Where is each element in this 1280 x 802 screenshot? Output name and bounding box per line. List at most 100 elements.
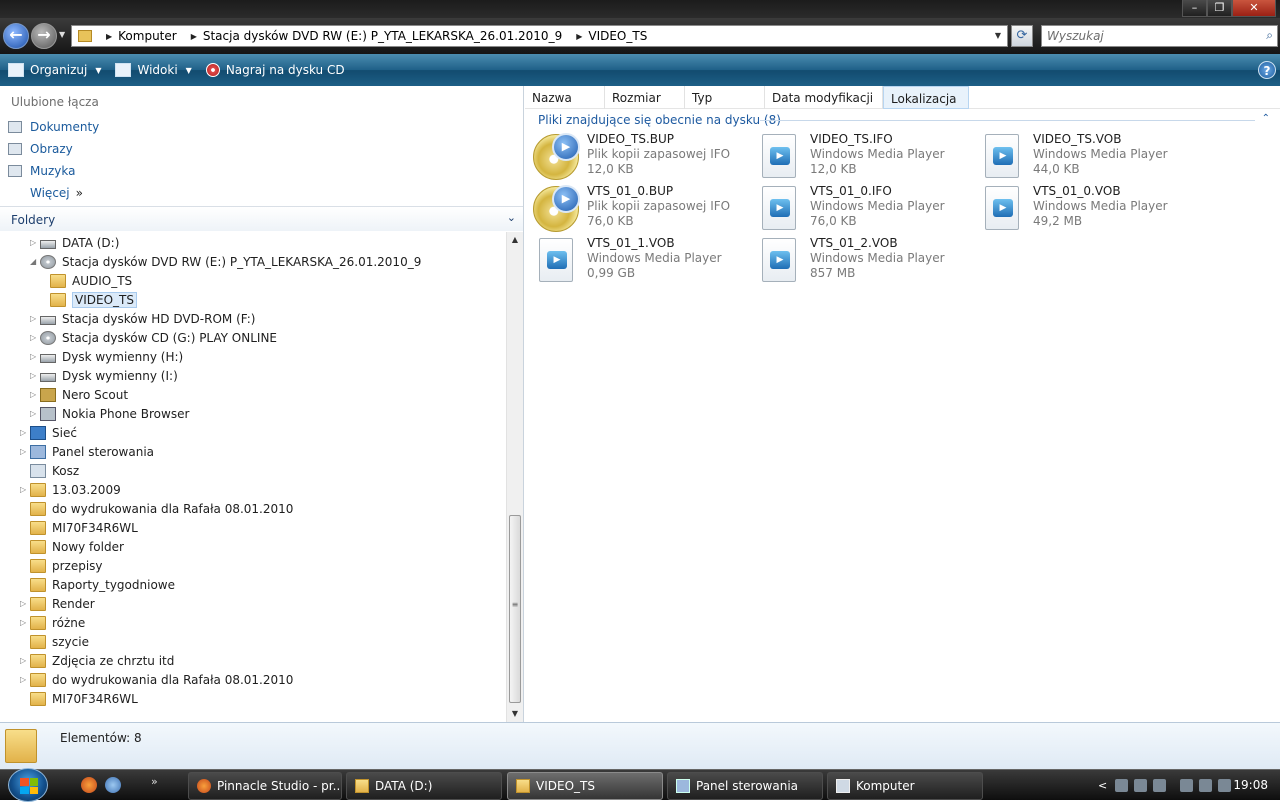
breadcrumb-separator-icon[interactable]: ▶ [568, 32, 588, 41]
tree-item-selected[interactable]: VIDEO_TS [50, 290, 137, 309]
tree-item[interactable]: ▷ DATA (D:) [30, 233, 119, 252]
column-header-size[interactable]: Rozmiar [605, 86, 685, 109]
file-item[interactable]: ▶ VIDEO_TS.IFO Windows Media Player 12,0… [756, 132, 976, 182]
expand-icon[interactable]: ▷ [20, 447, 30, 456]
file-item[interactable]: ▶ VTS_01_0.VOB Windows Media Player 49,2… [979, 184, 1199, 234]
column-header-type[interactable]: Typ [685, 86, 765, 109]
tree-item[interactable]: do wydrukowania dla Rafała 08.01.2010 [30, 499, 293, 518]
scroll-down-icon[interactable]: ▼ [507, 706, 523, 722]
tree-item[interactable]: szycie [30, 632, 89, 651]
tree-item[interactable]: ▷ Zdjęcia ze chrztu itd [20, 651, 174, 670]
scrollbar-thumb[interactable]: ≡ [509, 515, 521, 703]
expand-icon[interactable]: ▷ [20, 675, 30, 684]
folders-header[interactable]: Foldery ⌄ [0, 207, 523, 231]
tree-item[interactable]: ▷ 13.03.2009 [20, 480, 121, 499]
tree-item[interactable]: MI70F34R6WL [30, 518, 138, 537]
tree-item[interactable]: ◢ Stacja dysków DVD RW (E:) P_YTA_LEKARSK… [30, 252, 421, 271]
expand-icon[interactable]: ▷ [20, 485, 30, 494]
tray-app-icon[interactable] [1153, 779, 1167, 792]
tree-item[interactable]: ▷ Panel sterowania [20, 442, 154, 461]
tree-item[interactable]: Nowy folder [30, 537, 124, 556]
breadcrumb-separator-icon[interactable]: ▶ [98, 32, 118, 41]
breadcrumb-video-ts[interactable]: ▶ VIDEO_TS [568, 29, 653, 43]
firefox-icon[interactable] [81, 777, 97, 793]
file-item[interactable]: ▶ VIDEO_TS.VOB Windows Media Player 44,0… [979, 132, 1199, 182]
clock[interactable]: 19:08 [1233, 778, 1268, 792]
quick-launch-icon[interactable] [105, 777, 121, 793]
forward-button[interactable]: → [31, 23, 57, 49]
collapse-group-icon[interactable]: ⌃ [1262, 113, 1270, 124]
file-item[interactable]: ▶ VTS_01_2.VOB Windows Media Player 857 … [756, 236, 976, 286]
search-icon[interactable]: ⌕ [1266, 28, 1273, 43]
file-item[interactable]: ▶ VIDEO_TS.BUP Plik kopii zapasowej IFO … [533, 132, 753, 182]
tree-item[interactable]: ▷ Dysk wymienny (I:) [30, 366, 178, 385]
views-button[interactable]: Widoki ▼ [115, 63, 192, 77]
more-links[interactable]: Więcej » [30, 186, 83, 200]
taskbar-button[interactable]: Panel sterowania [667, 772, 823, 800]
expand-icon[interactable]: ▷ [20, 656, 30, 665]
favorite-link-documents[interactable]: Dokumenty [8, 120, 99, 134]
taskbar-button[interactable]: DATA (D:) [346, 772, 502, 800]
expand-icon[interactable]: ▷ [30, 409, 40, 418]
column-header-location[interactable]: Lokalizacja [883, 86, 969, 109]
breadcrumb-computer[interactable]: ▶ Komputer [98, 29, 183, 43]
tree-item[interactable]: AUDIO_TS [50, 271, 132, 290]
expand-icon[interactable]: ▷ [30, 390, 40, 399]
expand-icon[interactable]: ▷ [30, 333, 40, 342]
security-shield-icon[interactable] [1134, 779, 1148, 792]
expand-icon[interactable]: ▷ [20, 599, 30, 608]
tray-app-icon[interactable] [1115, 779, 1129, 792]
show-hidden-icons-icon[interactable]: < [1098, 779, 1107, 792]
file-item[interactable]: ▶ VTS_01_0.IFO Windows Media Player 76,0… [756, 184, 976, 234]
tree-item[interactable]: ▷ Sieć [20, 423, 77, 442]
tree-item[interactable]: ▷ Render [20, 594, 95, 613]
breadcrumb-dvd-drive[interactable]: ▶ Stacja dysków DVD RW (E:) P_YTA_LEKARSK… [183, 29, 569, 43]
favorite-link-pictures[interactable]: Obrazy [8, 142, 73, 156]
tray-app-icon[interactable] [1218, 779, 1232, 792]
tree-item[interactable]: Raporty_tygodniowe [30, 575, 175, 594]
file-item[interactable]: ▶ VTS_01_0.BUP Plik kopii zapasowej IFO … [533, 184, 753, 234]
taskbar-button[interactable]: Komputer [827, 772, 983, 800]
chevron-down-icon[interactable]: ⌄ [507, 211, 516, 224]
quick-launch-more-icon[interactable]: » [151, 775, 158, 788]
expand-icon[interactable]: ◢ [30, 257, 40, 266]
expand-icon[interactable]: ▷ [30, 314, 40, 323]
column-header-date[interactable]: Data modyfikacji [765, 86, 883, 109]
network-status-icon[interactable] [1180, 779, 1194, 792]
expand-icon[interactable]: ▷ [30, 238, 40, 247]
organize-button[interactable]: Organizuj ▼ [8, 63, 101, 77]
breadcrumb-separator-icon[interactable]: ▶ [183, 32, 203, 41]
expand-icon[interactable]: ▷ [20, 618, 30, 627]
minimize-button[interactable]: – [1182, 0, 1207, 17]
tree-item[interactable]: ▷ Dysk wymienny (H:) [30, 347, 183, 366]
tree-item[interactable]: Kosz [30, 461, 79, 480]
favorite-link-music[interactable]: Muzyka [8, 164, 75, 178]
maximize-button[interactable]: ❐ [1207, 0, 1232, 17]
address-dropdown-icon[interactable]: ▼ [991, 28, 1005, 44]
scroll-up-icon[interactable]: ▲ [507, 232, 523, 248]
tree-scrollbar[interactable]: ▲ ≡ ▼ [506, 232, 523, 722]
tree-item[interactable]: ▷ do wydrukowania dla Rafała 08.01.2010 [20, 670, 293, 689]
expand-icon[interactable]: ▷ [30, 371, 40, 380]
close-button[interactable]: ✕ [1232, 0, 1276, 17]
tree-item[interactable]: ▷ Nero Scout [30, 385, 128, 404]
file-item[interactable]: ▶ VTS_01_1.VOB Windows Media Player 0,99… [533, 236, 753, 286]
column-header-name[interactable]: Nazwa [525, 86, 605, 109]
address-field[interactable]: ▶ Komputer ▶ Stacja dysków DVD RW (E:) P_Y… [71, 25, 1008, 47]
tree-item[interactable]: przepisy [30, 556, 103, 575]
help-icon[interactable]: ? [1258, 61, 1276, 79]
start-button[interactable] [8, 768, 48, 802]
taskbar-button[interactable]: Pinnacle Studio - pr... [188, 772, 342, 800]
tree-item[interactable]: ▷ Nokia Phone Browser [30, 404, 189, 423]
expand-icon[interactable]: ▷ [30, 352, 40, 361]
taskbar-button-active[interactable]: VIDEO_TS [507, 772, 663, 800]
tree-item[interactable]: MI70F34R6WL [30, 689, 138, 708]
tree-item[interactable]: ▷ Stacja dysków CD (G:) PLAY ONLINE [30, 328, 277, 347]
expand-icon[interactable]: ▷ [20, 428, 30, 437]
search-input[interactable]: Wyszukaj ⌕ [1041, 25, 1278, 47]
tree-item[interactable]: ▷ różne [20, 613, 85, 632]
group-header[interactable]: Pliki znajdujące się obecnie na dysku (8… [538, 113, 781, 127]
recent-pages-dropdown[interactable]: ▼ [59, 30, 65, 39]
burn-button[interactable]: Nagraj na dysku CD [205, 63, 345, 77]
refresh-icon[interactable]: ⟳ [1011, 25, 1033, 47]
